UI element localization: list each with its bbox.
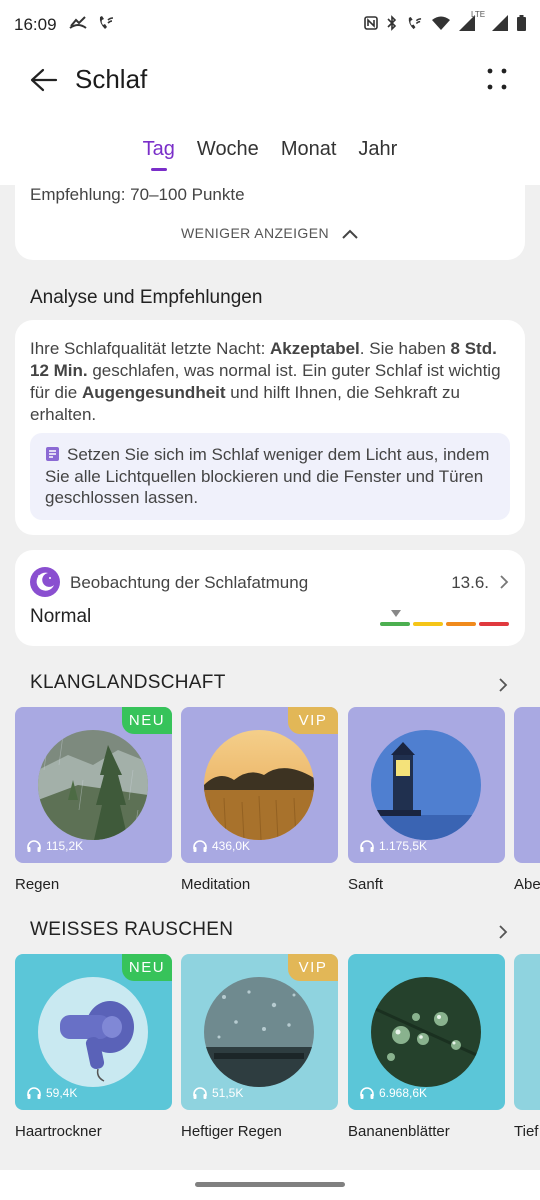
headphones-icon	[360, 1087, 374, 1099]
page-title: Schlaf	[75, 64, 148, 94]
tip-box: Setzen Sie sich im Schlaf weniger dem Li…	[30, 433, 510, 520]
tile-image	[204, 977, 314, 1087]
more-options-icon[interactable]	[484, 66, 510, 92]
analysis-text: Ihre Schlafqualität letzte Nacht: Akzept…	[30, 338, 510, 426]
tile-label: Bananenblätter	[348, 1123, 450, 1140]
vip-badge: VIP	[288, 954, 338, 981]
signal-lte-icon: LTE	[459, 10, 485, 35]
tab-day[interactable]: Tag	[143, 138, 175, 171]
sound-tile-heavy-rain[interactable]: VIP 51,5K	[181, 954, 338, 1110]
score-recommendation: Empfehlung: 70–100 Punkte	[30, 185, 245, 204]
wifi-calling-icon	[406, 16, 423, 35]
play-count-value: 59,4K	[46, 1086, 78, 1100]
status-bar: 16:09 LTE	[0, 0, 540, 50]
play-count: 59,4K	[27, 1086, 77, 1100]
tile-label: Haartrockner	[15, 1123, 102, 1140]
breathing-status: Normal	[30, 606, 92, 627]
period-tabs: Tag Woche Monat Jahr	[0, 138, 540, 171]
wifi-icon	[432, 16, 450, 34]
wifi-calling-icon	[97, 15, 115, 35]
tab-week[interactable]: Woche	[197, 138, 259, 167]
play-count-value: 436,0K	[212, 839, 251, 853]
nfc-icon	[364, 16, 378, 34]
play-count: 51,5K	[193, 1086, 243, 1100]
breathing-card[interactable]: Beobachtung der Schlafatmung 13.6. Norma…	[15, 550, 525, 646]
tab-month[interactable]: Monat	[281, 138, 337, 167]
sound-tile-regen[interactable]: NEU 115,2K	[15, 707, 172, 863]
vip-badge: VIP	[288, 707, 338, 734]
analysis-card: Ihre Schlafqualität letzte Nacht: Akzept…	[15, 320, 525, 535]
headphones-icon	[27, 1087, 41, 1099]
scale-segment	[446, 622, 476, 626]
missed-call-icon	[68, 16, 87, 34]
analysis-title: Analyse und Empfehlungen	[30, 287, 263, 308]
app-header: Schlaf Tag Woche Monat Jahr	[0, 50, 540, 185]
tab-year[interactable]: Jahr	[358, 138, 397, 167]
gesture-nav-bar	[0, 1170, 540, 1200]
status-time: 16:09	[14, 15, 57, 34]
soundscape-title: KLANGLANDSCHAFT	[30, 672, 226, 693]
play-count: 6.968,6K	[360, 1086, 427, 1100]
tile-label: Heftiger Regen	[181, 1123, 282, 1140]
tile-label: Sanft	[348, 876, 384, 893]
moon-icon	[30, 567, 60, 597]
play-count-value: 6.968,6K	[379, 1086, 428, 1100]
quality-rating: Akzeptabel	[270, 339, 360, 358]
breathing-scale	[380, 610, 510, 630]
chevron-up-icon	[342, 229, 358, 240]
sound-tile-hairdryer[interactable]: NEU 59,4K	[15, 954, 172, 1110]
sound-tile-partial[interactable]	[514, 954, 540, 1110]
chevron-right-icon	[499, 574, 509, 595]
sound-tile-partial[interactable]	[514, 707, 540, 863]
tip-text: Setzen Sie sich im Schlaf weniger dem Li…	[45, 445, 490, 507]
play-count: 115,2K	[27, 839, 83, 853]
battery-icon	[517, 15, 526, 35]
analysis-text-part: . Sie haben	[359, 339, 451, 358]
play-count-value: 1.175,5K	[379, 839, 428, 853]
scale-marker	[391, 610, 401, 617]
tile-label: Meditation	[181, 876, 251, 893]
sleep-score-card: Empfehlung: 70–100 Punkte WENIGER ANZEIG…	[15, 175, 525, 260]
breathing-label: Beobachtung der Schlafatmung	[70, 573, 309, 592]
play-count: 436,0K	[193, 839, 250, 853]
scale-segment	[413, 622, 443, 626]
new-badge: NEU	[122, 707, 172, 734]
note-icon	[45, 446, 61, 462]
sound-tile-sanft[interactable]: 1.175,5K	[348, 707, 505, 863]
breathing-date: 13.6.	[451, 573, 489, 592]
tile-image	[204, 730, 314, 840]
headphones-icon	[193, 1087, 207, 1099]
tile-image	[371, 977, 481, 1087]
show-less-button[interactable]: WENIGER ANZEIGEN	[15, 225, 525, 241]
sound-tile-meditation[interactable]: VIP 436,0K	[181, 707, 338, 863]
white-noise-more-icon[interactable]	[498, 924, 508, 945]
tile-image	[371, 730, 481, 840]
headphones-icon	[27, 840, 41, 852]
headphones-icon	[360, 840, 374, 852]
signal-icon	[492, 15, 508, 35]
tile-image	[38, 977, 148, 1087]
soundscape-more-icon[interactable]	[498, 677, 508, 698]
analysis-text-part: Ihre Schlafqualität letzte Nacht:	[30, 339, 271, 358]
play-count-value: 115,2K	[46, 839, 84, 853]
bluetooth-icon	[387, 15, 397, 35]
new-badge: NEU	[122, 954, 172, 981]
play-count: 1.175,5K	[360, 839, 427, 853]
tile-label: Abe	[514, 876, 540, 893]
show-less-label: WENIGER ANZEIGEN	[181, 225, 329, 241]
scale-segment	[479, 622, 509, 626]
tile-image	[38, 730, 148, 840]
scale-segment	[380, 622, 410, 626]
lte-label: LTE	[471, 10, 486, 19]
play-count-value: 51,5K	[212, 1086, 244, 1100]
back-arrow-icon[interactable]	[26, 62, 64, 100]
headphones-icon	[193, 840, 207, 852]
eye-health-highlight: Augengesundheit	[81, 383, 226, 402]
tile-label: Regen	[15, 876, 60, 893]
home-gesture-handle[interactable]	[195, 1182, 345, 1187]
white-noise-title: WEISSES RAUSCHEN	[30, 919, 234, 940]
tile-label: Tief	[514, 1123, 539, 1140]
sound-tile-banana-leaves[interactable]: 6.968,6K	[348, 954, 505, 1110]
